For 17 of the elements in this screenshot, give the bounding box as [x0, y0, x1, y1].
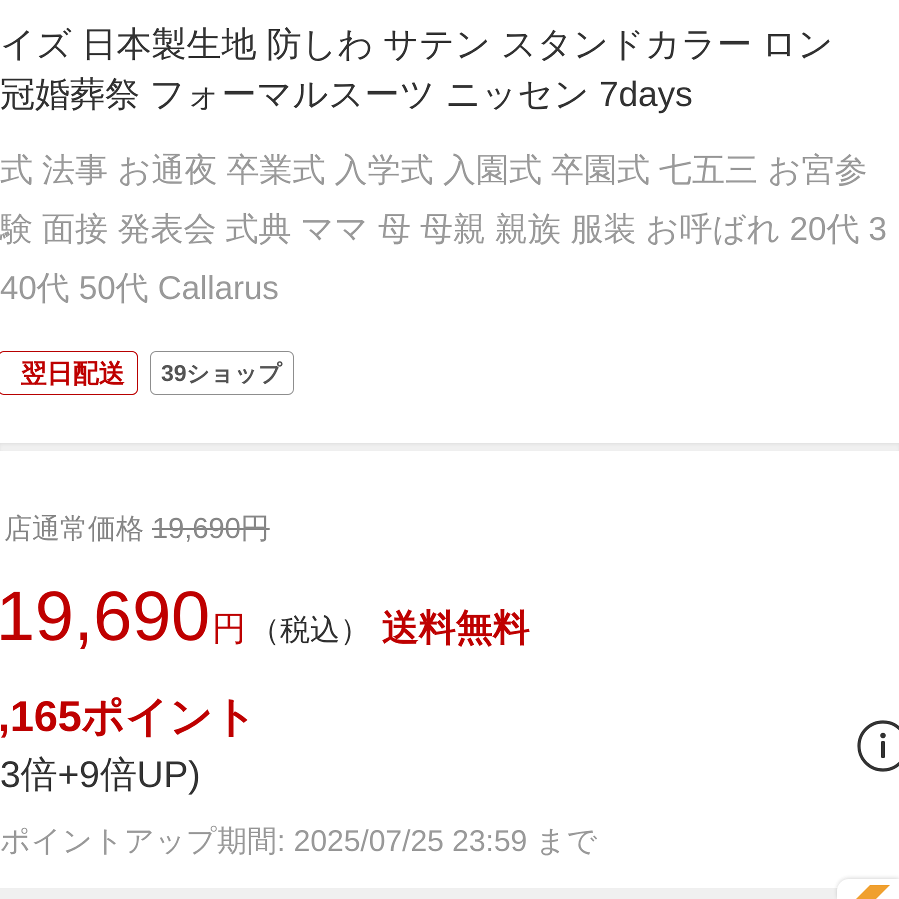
- keyword-line: 式 法事 お通夜 卒業式 入学式 入園式 卒園式 七五三 お宮参: [0, 150, 868, 190]
- product-title-line: イズ 日本製生地 防しわ サテン スタンドカラー ロン: [0, 24, 834, 66]
- point-period-text: ポイントアップ期間: 2025/07/25 23:59 まで: [0, 824, 598, 860]
- sale-price: 19,690: [0, 581, 210, 651]
- stripe-icon: [856, 885, 890, 899]
- keyword-line: 40代 50代 Callarus: [0, 268, 279, 308]
- tax-note: （税込）: [250, 613, 370, 649]
- free-shipping-label: 送料無料: [382, 608, 530, 648]
- product-title-line: 冠婚葬祭 フォーマルスーツ ニッセン 7days: [0, 74, 693, 116]
- regular-price-label: 店通常価格: [3, 512, 144, 546]
- points-amount: ,165ポイント: [0, 692, 258, 742]
- currency-label: 円: [212, 609, 246, 649]
- points-multiplier: 3倍+9倍UP): [0, 753, 200, 797]
- shop-badge: 39ショップ: [150, 351, 294, 395]
- delivery-badge: 翌日配送: [0, 351, 138, 395]
- regular-price: 19,690円: [152, 512, 270, 547]
- info-icon[interactable]: [857, 720, 899, 772]
